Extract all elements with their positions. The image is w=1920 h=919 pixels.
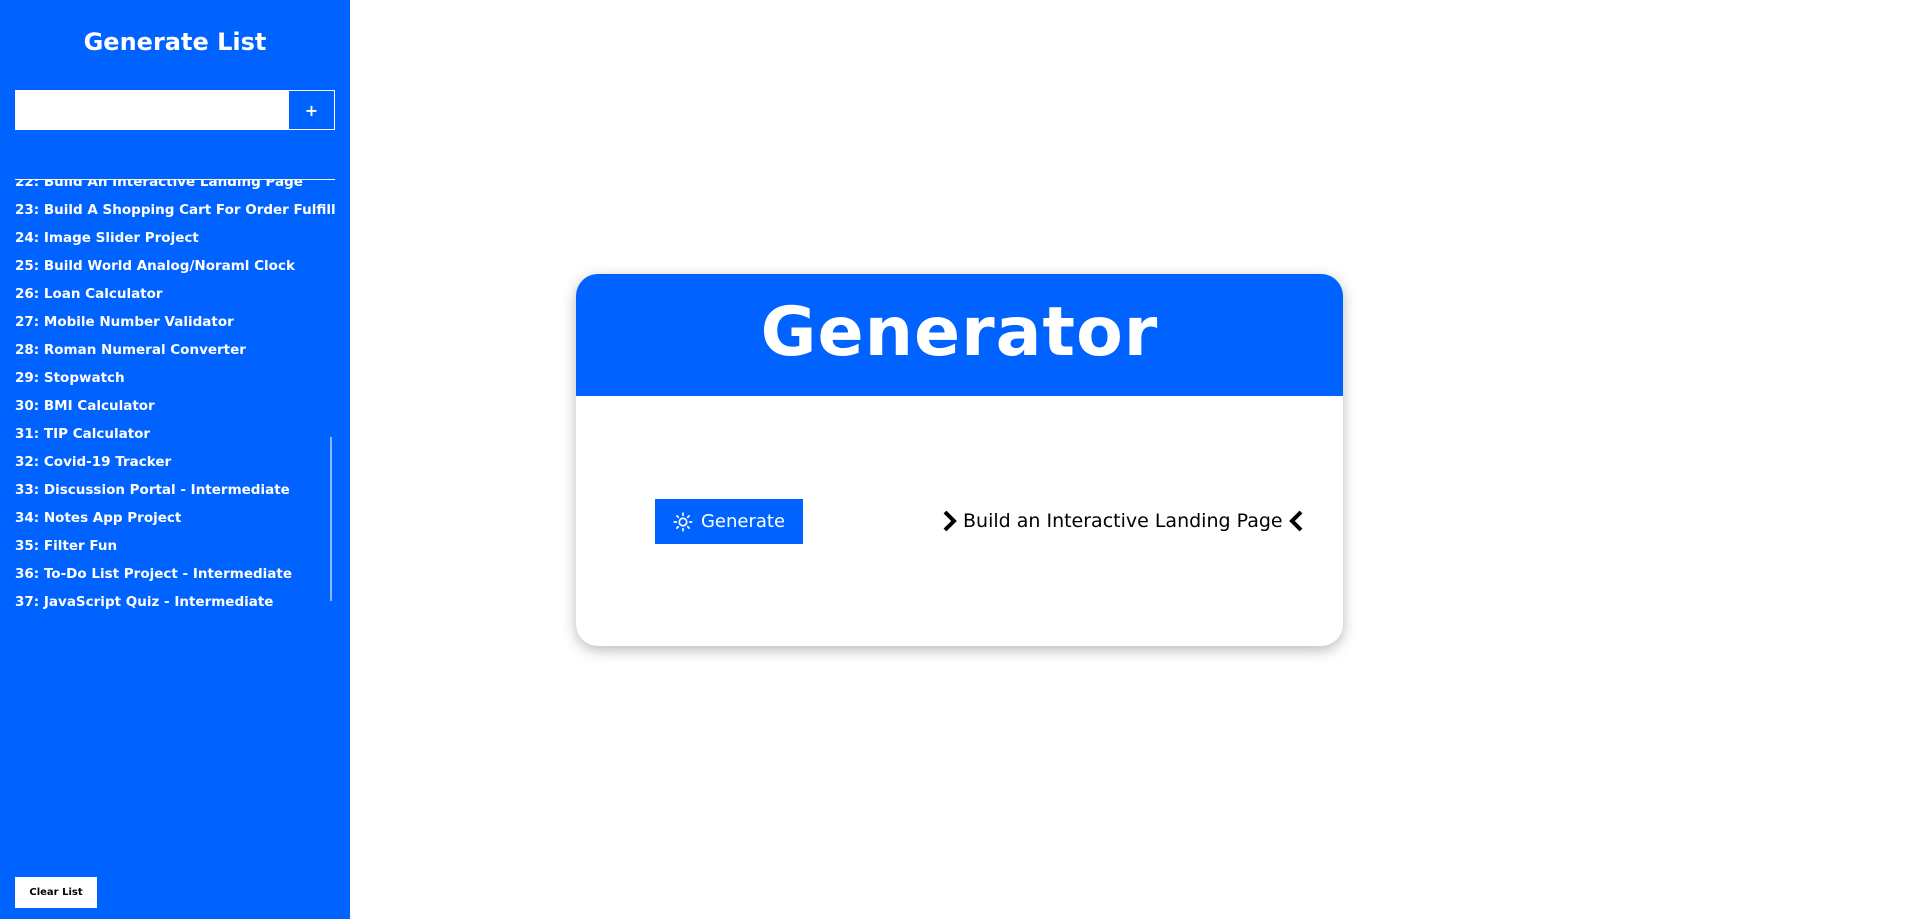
list-item[interactable]: 37: JavaScript Quiz - Intermediate [15,588,335,616]
generator-card: Generator Generate Build an Interactive … [576,274,1343,646]
list-item[interactable]: 33: Discussion Portal - Intermediate [15,476,335,504]
list-item[interactable]: 25: Build World Analog/Noraml Clock [15,252,335,280]
list-scrollbar[interactable] [330,437,332,601]
list-item[interactable]: 26: Loan Calculator [15,280,335,308]
sidebar: Generate List + 22: Build An Interactive… [0,0,350,919]
list-item[interactable]: 36: To-Do List Project - Intermediate [15,560,335,588]
card-title: Generator [760,292,1159,372]
add-item-button[interactable]: + [288,91,334,129]
list-item[interactable]: 35: Filter Fun [15,532,335,560]
list-item[interactable]: 34: Notes App Project [15,504,335,532]
card-header: Generator [576,274,1343,396]
list-item[interactable]: 23: Build A Shopping Cart For Order Fulf… [15,196,335,224]
list-item[interactable]: 28: Roman Numeral Converter [15,336,335,364]
clear-list-button[interactable]: Clear List [15,877,97,908]
project-list[interactable]: 22: Build An Interactive Landing Page 23:… [15,180,335,618]
list-item[interactable]: 24: Image Slider Project [15,224,335,252]
generated-result-text: Build an Interactive Landing Page [963,510,1283,532]
chevron-right-icon [943,510,957,532]
sidebar-title: Generate List [83,28,267,56]
chevron-left-icon [1288,510,1303,532]
list-item[interactable]: 22: Build An Interactive Landing Page [15,180,335,196]
list-item[interactable]: 29: Stopwatch [15,364,335,392]
list-item[interactable]: 27: Mobile Number Validator [15,308,335,336]
generate-button[interactable]: Generate [655,499,803,544]
lightbulb-icon [673,511,693,532]
list-item[interactable]: 30: BMI Calculator [15,392,335,420]
add-item-input[interactable] [16,91,288,129]
add-item-row: + [15,90,335,130]
list-item[interactable]: 31: TIP Calculator [15,420,335,448]
list-item[interactable]: 32: Covid-19 Tracker [15,448,335,476]
generated-result: Build an Interactive Landing Page [941,496,1305,546]
generate-button-label: Generate [700,511,786,532]
project-list-items: 22: Build An Interactive Landing Page 23:… [15,180,335,616]
